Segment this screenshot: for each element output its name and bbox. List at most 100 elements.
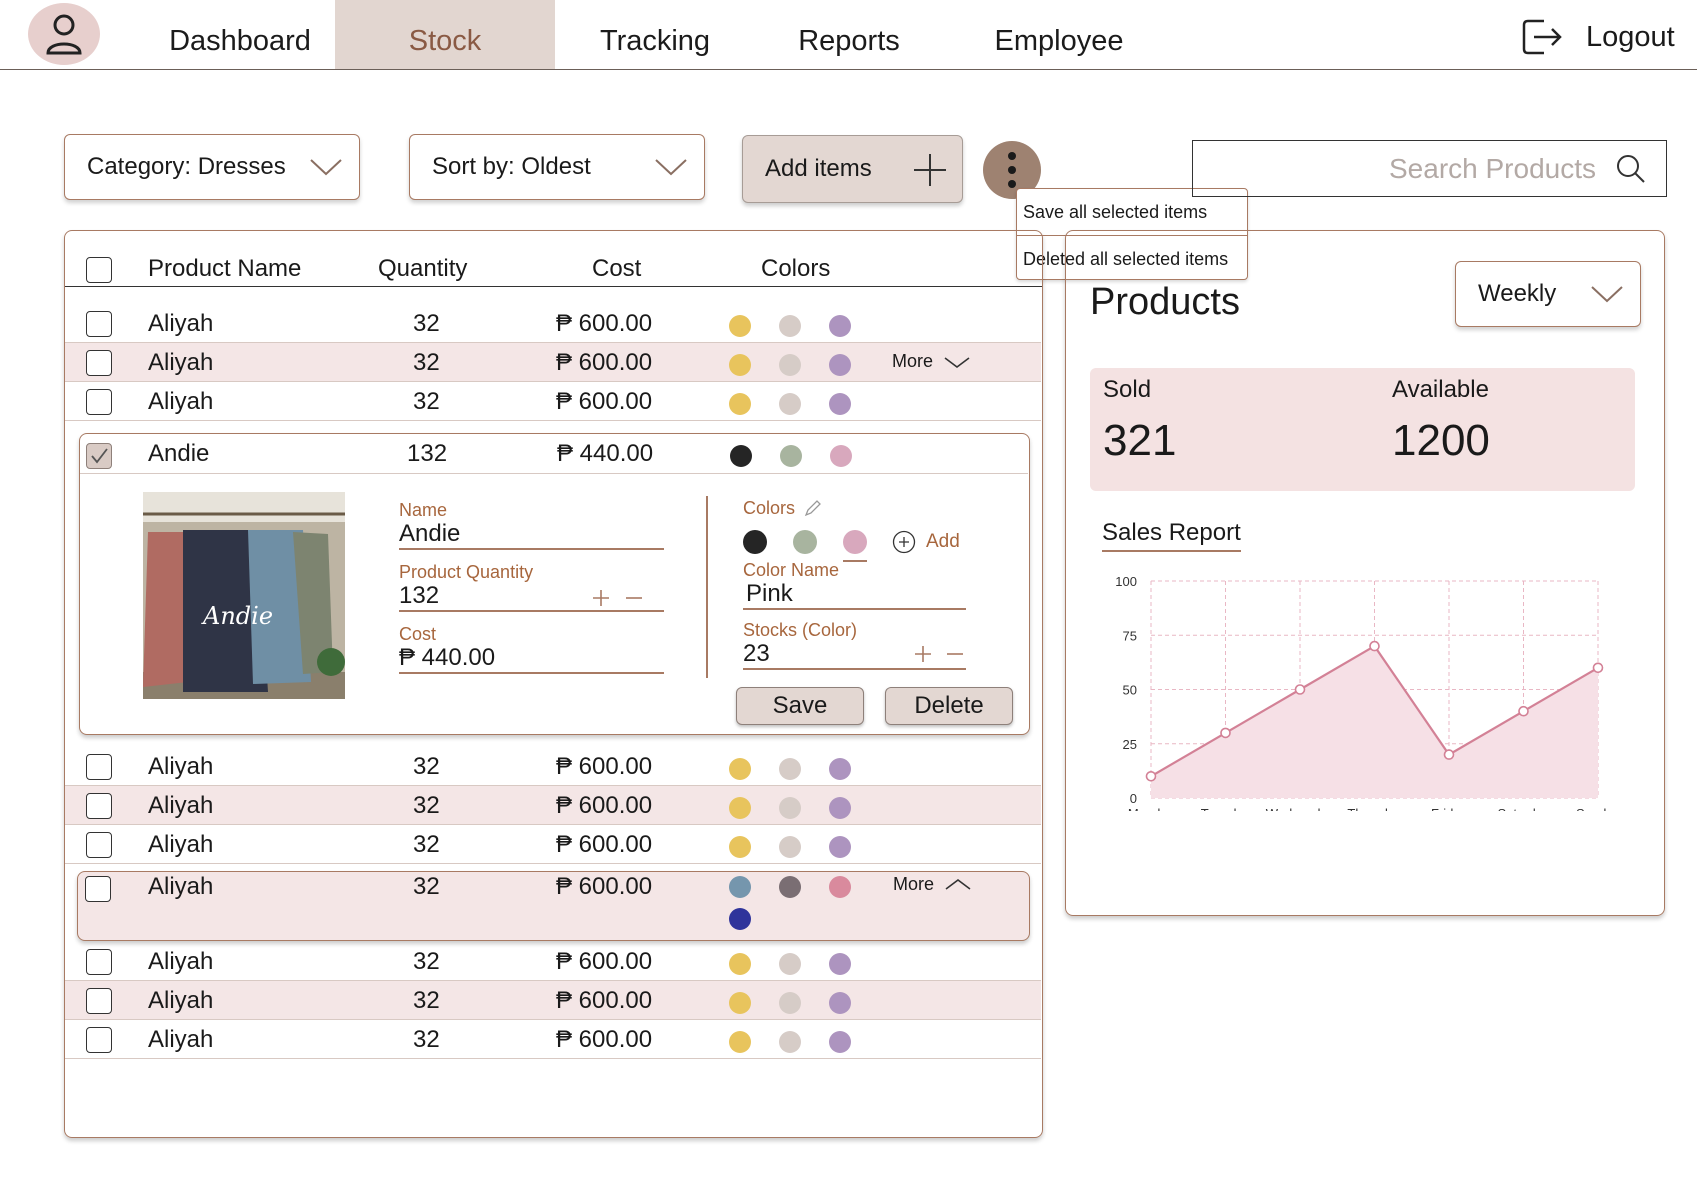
nav-dashboard[interactable]: Dashboard	[152, 0, 328, 69]
sort-label: Sort by: Oldest	[432, 153, 591, 180]
color-swatch-purple	[829, 315, 851, 337]
row-qty: 32	[413, 753, 440, 780]
nav-stock[interactable]: Stock	[335, 0, 555, 69]
table-row[interactable]: Aliyah 32 ₱ 600.00	[65, 981, 1041, 1020]
more-label: More	[893, 874, 935, 894]
cost-field[interactable]: ₱ 440.00	[399, 644, 495, 672]
row-cost: ₱ 600.00	[556, 310, 653, 337]
expanded-row-header[interactable]: Andie 132 ₱ 440.00	[80, 434, 1028, 474]
more-toggle[interactable]: More	[892, 351, 971, 372]
row-name: Aliyah	[148, 831, 214, 858]
row-checkbox[interactable]	[86, 793, 112, 819]
x-tick-label: Tuesday	[1201, 806, 1251, 811]
color-swatch-purple	[829, 836, 851, 858]
row-checkbox-checked[interactable]	[86, 443, 112, 469]
save-button[interactable]: Save	[736, 687, 864, 725]
divider	[706, 496, 708, 678]
delete-button[interactable]: Delete	[885, 687, 1013, 725]
row-checkbox[interactable]	[86, 389, 112, 415]
table-row[interactable]: Aliyah 32 ₱ 600.00	[65, 825, 1041, 864]
user-icon	[46, 14, 82, 55]
color-swatch-yellow	[729, 992, 751, 1014]
color-name-label: Color Name	[743, 560, 840, 580]
more-toggle[interactable]: More	[893, 874, 972, 895]
logout-button[interactable]: Logout	[1520, 12, 1675, 62]
row-checkbox[interactable]	[86, 1027, 112, 1053]
stock-label: Stocks (Color)	[743, 620, 858, 640]
pencil-icon[interactable]	[804, 499, 822, 517]
nav-reports[interactable]: Reports	[782, 0, 916, 69]
more-label: More	[892, 351, 934, 371]
nav-tracking[interactable]: Tracking	[583, 0, 727, 69]
category-dropdown[interactable]: Category: Dresses	[64, 134, 360, 200]
table-row[interactable]: Aliyah 32 ₱ 600.00	[65, 942, 1041, 981]
row-name: Aliyah	[148, 310, 214, 337]
row-qty: 32	[413, 310, 440, 337]
nav-employee[interactable]: Employee	[985, 0, 1133, 69]
row-cost: ₱ 600.00	[556, 792, 653, 819]
table-row[interactable]: Aliyah 32 ₱ 600.00	[65, 747, 1041, 786]
table-row[interactable]: Aliyah 32 ₱ 600.00	[65, 382, 1041, 421]
row-checkbox[interactable]	[86, 311, 112, 337]
color-swatch-yellow	[729, 758, 751, 780]
y-tick-label: 25	[1123, 737, 1137, 752]
color-option-pink[interactable]	[843, 530, 867, 554]
header-colors: Colors	[761, 255, 831, 282]
plus-icon[interactable]	[914, 645, 932, 663]
color-swatch-navy	[729, 908, 751, 930]
row-checkbox[interactable]	[85, 876, 111, 902]
table-row[interactable]: Aliyah 32 ₱ 600.00	[65, 786, 1041, 825]
color-name-field[interactable]: Pink	[746, 580, 793, 608]
color-option-black[interactable]	[743, 530, 767, 554]
row-checkbox[interactable]	[86, 754, 112, 780]
user-avatar[interactable]	[28, 3, 100, 65]
plus-icon	[914, 154, 946, 186]
table-row[interactable]: Aliyah 32 ₱ 600.00	[65, 1020, 1041, 1059]
color-swatch-purple	[829, 992, 851, 1014]
add-color-button[interactable]: Add	[892, 530, 960, 554]
color-swatch-yellow	[729, 315, 751, 337]
name-field[interactable]: Andie	[399, 520, 460, 548]
stock-field[interactable]: 23	[743, 640, 770, 668]
color-swatch-purple	[829, 393, 851, 415]
chevron-down-icon	[944, 356, 970, 368]
sort-dropdown[interactable]: Sort by: Oldest	[409, 134, 705, 200]
color-swatch-purple	[829, 797, 851, 819]
row-qty: 32	[413, 792, 440, 819]
table-row-expanded-colors[interactable]: Aliyah 32 ₱ 600.00 More	[77, 871, 1030, 941]
row-checkbox[interactable]	[86, 988, 112, 1014]
table-row[interactable]: Aliyah 32 ₱ 600.00 More	[65, 343, 1041, 382]
row-checkbox[interactable]	[86, 832, 112, 858]
row-name: Aliyah	[148, 792, 214, 819]
chevron-down-icon	[655, 159, 687, 176]
period-dropdown[interactable]: Weekly	[1455, 261, 1641, 327]
row-name: Aliyah	[148, 873, 214, 900]
quantity-field[interactable]: 132	[399, 582, 439, 610]
table-row[interactable]: Aliyah 32 ₱ 600.00	[65, 304, 1041, 343]
search-placeholder: Search Products	[1389, 152, 1596, 184]
row-name: Aliyah	[148, 388, 214, 415]
color-swatch-taupe	[779, 876, 801, 898]
search-icon	[1617, 154, 1645, 183]
color-swatch-purple	[829, 953, 851, 975]
row-checkbox[interactable]	[86, 949, 112, 975]
add-items-button[interactable]: Add items	[742, 135, 963, 203]
data-point	[1518, 705, 1529, 717]
sales-report-label: Sales Report	[1102, 519, 1241, 552]
plus-icon[interactable]	[592, 589, 610, 607]
data-point	[1145, 771, 1157, 782]
header-cost: Cost	[592, 255, 642, 282]
minus-icon[interactable]	[946, 645, 964, 663]
select-all-checkbox[interactable]	[86, 257, 112, 283]
product-image: Andie	[143, 492, 345, 699]
row-name: Aliyah	[148, 1026, 214, 1053]
row-checkbox[interactable]	[86, 350, 112, 376]
minus-icon[interactable]	[625, 589, 643, 607]
row-name: Aliyah	[148, 349, 214, 376]
color-option-sage[interactable]	[793, 530, 817, 554]
color-swatch-gray	[779, 953, 801, 975]
row-cost: ₱ 600.00	[556, 753, 653, 780]
logout-icon	[1522, 19, 1562, 55]
search-input[interactable]: Search Products	[1192, 140, 1667, 197]
cost-label: Cost	[399, 624, 437, 644]
